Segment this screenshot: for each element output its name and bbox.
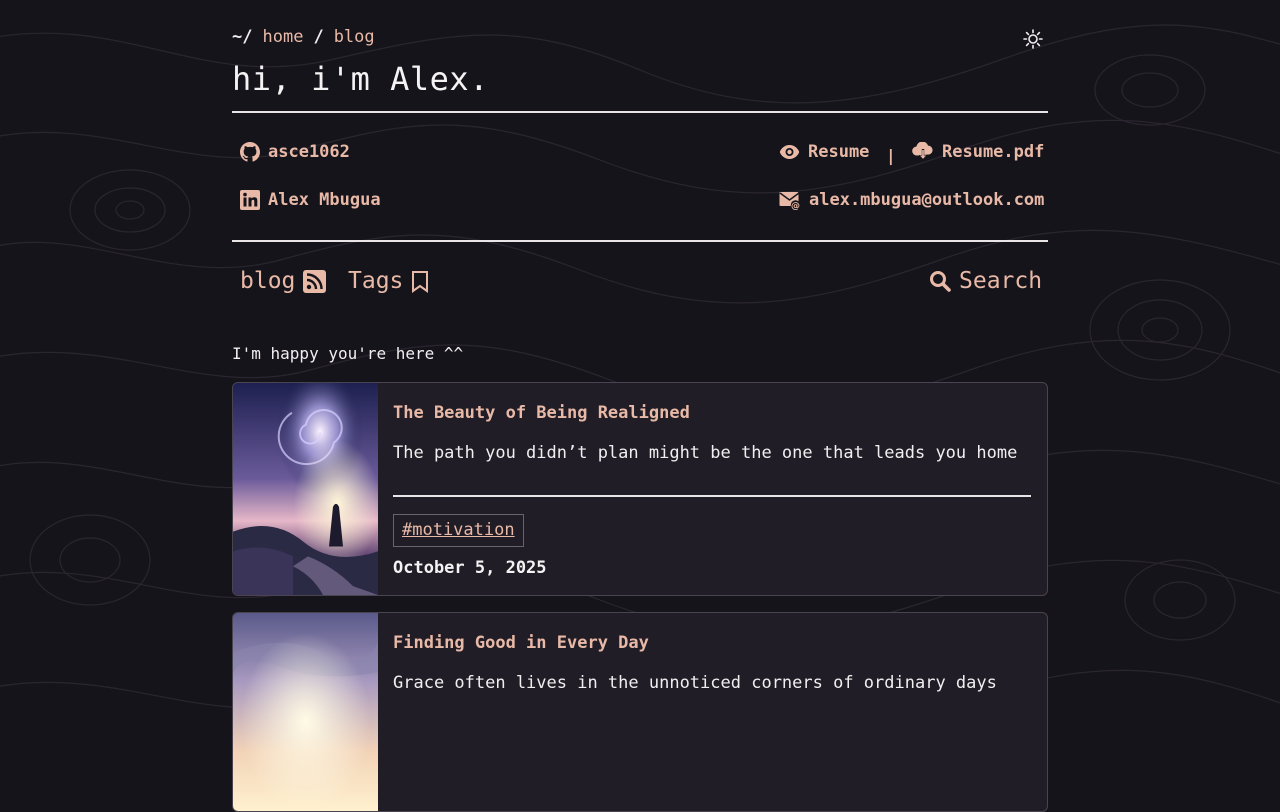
nav-search-label: Search bbox=[959, 268, 1043, 294]
bookmark-icon bbox=[412, 270, 429, 293]
nav-blog-label: blog bbox=[240, 268, 296, 294]
post-title[interactable]: Finding Good in Every Day bbox=[393, 633, 649, 653]
sun-icon bbox=[1023, 29, 1043, 49]
nav-search[interactable]: Search bbox=[929, 268, 1042, 294]
post-card[interactable]: Finding Good in Every Day Grace often li… bbox=[232, 612, 1048, 812]
resume-pdf-label: Resume.pdf bbox=[942, 142, 1045, 162]
post-thumbnail bbox=[233, 383, 378, 595]
github-link[interactable]: asce1062 bbox=[240, 142, 350, 162]
breadcrumb-blog-link[interactable]: blog bbox=[334, 27, 375, 47]
cloud-download-icon bbox=[912, 142, 933, 160]
header-divider bbox=[232, 111, 1048, 113]
resume-link[interactable]: Resume bbox=[779, 142, 869, 162]
resume-label: Resume bbox=[808, 142, 870, 162]
theme-toggle-button[interactable] bbox=[1022, 28, 1044, 50]
linkedin-link[interactable]: Alex Mbugua bbox=[240, 190, 381, 210]
post-description: Grace often lives in the unnoticed corne… bbox=[393, 673, 997, 693]
links-divider bbox=[232, 240, 1048, 242]
post-title[interactable]: The Beauty of Being Realigned bbox=[393, 403, 690, 423]
search-icon bbox=[930, 271, 951, 292]
breadcrumb-prefix: ~/ bbox=[232, 27, 253, 47]
page-title: hi, i'm Alex. bbox=[232, 60, 489, 98]
breadcrumb-home-link[interactable]: home bbox=[262, 27, 303, 47]
post-divider bbox=[393, 495, 1031, 497]
post-description: The path you didn’t plan might be the on… bbox=[393, 443, 1018, 463]
breadcrumb-separator: / bbox=[313, 27, 324, 47]
links-separator: | bbox=[886, 146, 896, 165]
post-card[interactable]: The Beauty of Being Realigned The path y… bbox=[232, 382, 1048, 596]
breadcrumb: ~/ home / blog bbox=[232, 26, 375, 48]
blog-page: ~/ home / blog hi, i'm Alex. asce1062 Al… bbox=[232, 0, 1048, 812]
svg-text:@: @ bbox=[791, 201, 800, 210]
post-tag[interactable]: #motivation bbox=[393, 514, 524, 547]
nav-tags-label: Tags bbox=[348, 268, 404, 294]
intro-text: I'm happy you're here ^^ bbox=[232, 344, 464, 363]
linkedin-icon bbox=[240, 190, 260, 210]
nav-blog[interactable]: blog bbox=[240, 268, 327, 294]
post-thumbnail bbox=[233, 613, 378, 811]
eye-icon bbox=[779, 145, 800, 159]
resume-pdf-link[interactable]: Resume.pdf bbox=[912, 142, 1044, 162]
linkedin-label: Alex Mbugua bbox=[268, 190, 381, 210]
rss-icon bbox=[303, 269, 327, 293]
email-label: alex.mbugua@outlook.com bbox=[809, 190, 1045, 210]
email-link[interactable]: @ alex.mbugua@outlook.com bbox=[779, 190, 1044, 210]
post-date: October 5, 2025 bbox=[393, 558, 547, 578]
envelope-at-icon: @ bbox=[779, 192, 801, 210]
nav-tags[interactable]: Tags bbox=[348, 268, 429, 294]
github-label: asce1062 bbox=[268, 142, 350, 162]
github-icon bbox=[240, 142, 260, 162]
